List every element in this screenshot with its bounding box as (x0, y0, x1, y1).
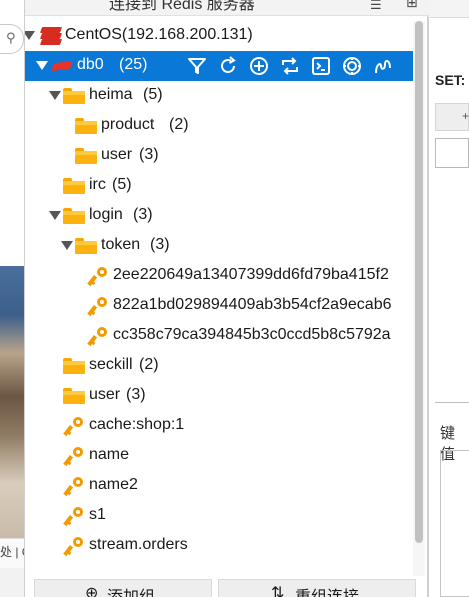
row-label: product (101, 116, 155, 133)
reload-icon[interactable] (216, 54, 240, 78)
background-photo (0, 266, 24, 538)
folder-icon (63, 208, 85, 224)
tree-scrollbar[interactable] (413, 21, 425, 576)
background-left-bottom (0, 568, 24, 597)
folder-icon (75, 148, 97, 164)
tree-scrollbar-thumb[interactable] (415, 21, 423, 543)
folder-icon (63, 178, 85, 194)
reorder-label: 重组连接 (295, 583, 359, 597)
tree-folder-row[interactable]: token (3) (25, 231, 415, 261)
tree-folder-row[interactable]: product (2) (25, 111, 415, 141)
tree-folder-row[interactable]: login (3) (25, 201, 415, 231)
server-label: CentOS(192.168.200.131) (65, 26, 253, 43)
window-icon[interactable]: ⊞ (406, 0, 418, 11)
reorder-connections-button[interactable]: ⇅ 重组连接 (218, 579, 416, 597)
redis-logo-icon (39, 27, 63, 45)
tree-server-row[interactable]: CentOS(192.168.200.131) (25, 21, 415, 51)
folder-icon (75, 238, 97, 254)
row-label: seckill (89, 356, 133, 373)
sort-arrows-icon: ⇅ (271, 585, 285, 597)
tree-folder-row[interactable]: heima (5) (25, 81, 415, 111)
panel-titlebar: 连接到 Redis 服务器 ☰ ⊞ (25, 0, 429, 16)
server-info-icon[interactable] (340, 54, 364, 78)
connection-tree: CentOS(192.168.200.131) db0 (25) heima (… (25, 21, 415, 576)
row-label: login (89, 206, 123, 223)
db-toolbar (185, 54, 415, 78)
key-icon (63, 477, 83, 497)
tree-key-row[interactable]: 822a1bd029894409ab3b54cf2a9ecab6 (25, 291, 415, 321)
row-label: irc (89, 176, 106, 193)
key-icon (63, 507, 83, 527)
row-label: 822a1bd029894409ab3b54cf2a9ecab6 (113, 296, 392, 313)
database-icon (51, 60, 73, 72)
key-icon (87, 267, 107, 287)
tree-key-row[interactable]: name (25, 441, 415, 471)
menu-icon[interactable]: ☰ (370, 0, 382, 13)
tree-folder-row[interactable]: user (3) (25, 141, 415, 171)
row-count: (3) (150, 236, 170, 253)
folder-icon (63, 88, 85, 104)
row-count: (2) (139, 356, 159, 373)
row-count: (2) (169, 116, 189, 133)
tree-folder-row[interactable]: seckill (2) (25, 351, 415, 381)
add-group-button[interactable]: ⊕ 添加组 (34, 579, 212, 597)
key-icon (63, 537, 83, 557)
background-value-area[interactable] (440, 450, 469, 597)
tree-folder-row[interactable]: user (3) (25, 381, 415, 411)
row-count: (3) (126, 386, 146, 403)
row-label: s1 (89, 506, 106, 523)
key-icon (63, 447, 83, 467)
row-label: 2ee220649a13407399dd6fd79ba415f2 (113, 266, 389, 283)
row-label: cache:shop:1 (89, 416, 185, 433)
folder-icon (63, 358, 85, 374)
row-count: (5) (112, 176, 132, 193)
window-title: 连接到 Redis 服务器 (109, 0, 255, 13)
add-key-icon[interactable] (247, 54, 271, 78)
collapse-arrow-icon[interactable] (49, 211, 61, 220)
lua-script-icon[interactable] (371, 54, 395, 78)
filter-icon[interactable] (185, 54, 209, 78)
background-separator (435, 402, 469, 403)
db-label: db0 (77, 56, 104, 73)
tree-folder-row[interactable]: irc (5) (25, 171, 415, 201)
row-label: name2 (89, 476, 138, 493)
key-icon (87, 327, 107, 347)
background-input[interactable] (435, 138, 469, 168)
tree-db-row[interactable]: db0 (25) (25, 51, 415, 81)
row-label: user (89, 386, 121, 403)
tree-key-row[interactable]: cc358c79ca394845b3c0ccd5b8c5792a (25, 321, 415, 351)
key-icon (63, 417, 83, 437)
row-label: token (101, 236, 141, 253)
tree-key-row[interactable]: s1 (25, 501, 415, 531)
collapse-arrow-icon[interactable] (25, 31, 35, 40)
row-label: cc358c79ca394845b3c0ccd5b8c5792a (113, 326, 391, 343)
row-label: heima (89, 86, 133, 103)
background-set-label: SET: (435, 72, 466, 88)
tree-key-row[interactable]: stream.orders (25, 531, 415, 561)
row-count: (3) (139, 146, 159, 163)
tree-key-row[interactable]: name2 (25, 471, 415, 501)
collapse-arrow-icon[interactable] (36, 61, 48, 70)
row-label: user (101, 146, 133, 163)
connection-tree-panel: 连接到 Redis 服务器 ☰ ⊞ CentOS(192.168.200.131… (24, 0, 429, 597)
folder-icon (63, 388, 85, 404)
row-count: (5) (143, 86, 163, 103)
background-button[interactable]: + (435, 103, 469, 131)
add-circle-icon: ⊕ (85, 585, 99, 597)
row-label: stream.orders (89, 536, 188, 553)
row-count: (3) (133, 206, 153, 223)
collapse-arrow-icon[interactable] (61, 241, 73, 250)
background-right-titlebar (428, 0, 469, 18)
db-count: (25) (119, 56, 148, 73)
refresh-icon[interactable] (278, 54, 302, 78)
console-icon[interactable] (309, 54, 333, 78)
folder-icon (75, 118, 97, 134)
add-group-label: 添加组 (107, 583, 155, 597)
collapse-arrow-icon[interactable] (49, 91, 61, 100)
search-icon: ⚲ (6, 30, 16, 45)
key-icon (87, 297, 107, 317)
tree-key-row[interactable]: 2ee220649a13407399dd6fd79ba415f2 (25, 261, 415, 291)
tree-key-row[interactable]: cache:shop:1 (25, 411, 415, 441)
row-label: name (89, 446, 130, 463)
